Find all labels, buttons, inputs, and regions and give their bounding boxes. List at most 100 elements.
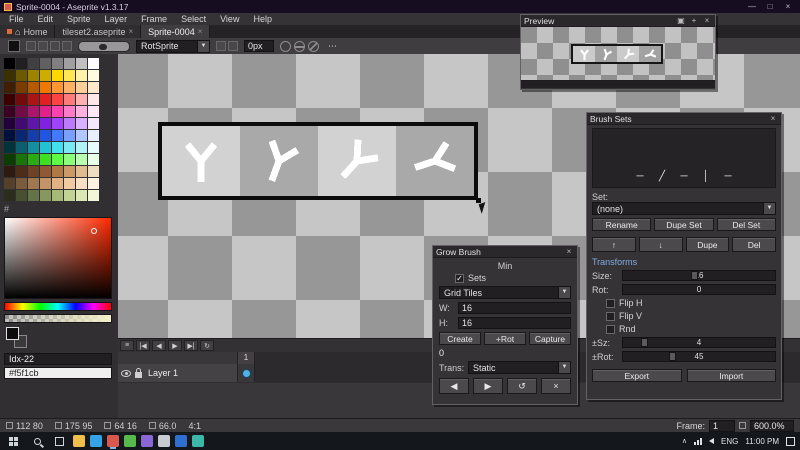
palette-swatch[interactable] [76, 58, 87, 69]
palette-swatch[interactable] [28, 130, 39, 141]
palette-swatch[interactable] [4, 142, 15, 153]
palette-swatch[interactable] [52, 178, 63, 189]
timeline-control-button[interactable]: ▶| [184, 340, 198, 351]
palette-swatch[interactable] [16, 94, 27, 105]
palette-swatch[interactable] [64, 190, 75, 201]
chevron-down-icon[interactable]: ▼ [558, 287, 570, 298]
plus-rot-button[interactable]: +Rot [484, 332, 526, 345]
palette-swatch[interactable] [16, 190, 27, 201]
palette-swatch[interactable] [40, 106, 51, 117]
palette-swatch[interactable] [28, 142, 39, 153]
brush-thumbnail[interactable]: ╱ [657, 171, 667, 182]
palette-swatch[interactable] [52, 130, 63, 141]
import-button[interactable]: Import [686, 369, 776, 382]
palette-swatch[interactable] [52, 106, 63, 117]
trans-dropdown[interactable]: Static ▼ [468, 361, 571, 374]
palette-swatch[interactable] [40, 190, 51, 201]
dupe-button[interactable]: Dupe [685, 237, 730, 252]
px-field[interactable]: 0px [244, 40, 274, 52]
close-icon[interactable]: × [768, 114, 778, 123]
palette-swatch[interactable] [52, 70, 63, 81]
palette-swatch[interactable] [4, 130, 15, 141]
palette-swatch[interactable] [4, 154, 15, 165]
menu-item[interactable]: Select [174, 14, 213, 24]
color-picker-cursor[interactable] [91, 228, 97, 234]
palette-swatch[interactable] [64, 58, 75, 69]
del-button[interactable]: Del [732, 237, 776, 252]
play-button[interactable]: ▶ [473, 378, 503, 394]
preview-title-bar[interactable]: Preview ▣ + × [521, 15, 715, 27]
palette-swatch[interactable] [88, 94, 99, 105]
layer-row[interactable]: Layer 1 [118, 364, 238, 382]
clock[interactable]: 11:00 PM [745, 437, 779, 446]
palette-swatch[interactable] [64, 130, 75, 141]
sets-checkbox[interactable]: ✓ [455, 273, 464, 283]
palette-swatch[interactable] [76, 94, 87, 105]
frame-field[interactable]: 1 [709, 419, 735, 432]
palette-swatch[interactable] [4, 166, 15, 177]
alpha-slider[interactable] [4, 314, 112, 323]
palette-swatch[interactable] [88, 178, 99, 189]
palette-swatch[interactable] [64, 154, 75, 165]
palette-swatch[interactable] [28, 190, 39, 201]
palette-swatch[interactable] [76, 70, 87, 81]
timeline-control-button[interactable]: |◀ [136, 340, 150, 351]
brush-thumbnail[interactable]: ─ [679, 171, 689, 182]
menu-item[interactable]: Layer [98, 14, 135, 24]
slider-handle[interactable] [691, 271, 699, 280]
sprite-tile[interactable] [162, 126, 240, 196]
tray-chevron-icon[interactable]: ∧ [682, 437, 687, 445]
rotation-algorithm-dropdown[interactable]: RotSprite ▼ [136, 39, 210, 53]
palette-swatch[interactable] [76, 154, 87, 165]
rnd-checkbox[interactable] [606, 324, 615, 334]
hue-slider[interactable] [4, 302, 112, 311]
palette-swatch[interactable] [88, 106, 99, 117]
palette-swatch[interactable] [52, 118, 63, 129]
start-button[interactable] [0, 432, 26, 450]
menu-item[interactable]: File [2, 14, 31, 24]
cel-indicator[interactable] [241, 368, 251, 378]
chevron-down-icon[interactable]: ▼ [558, 362, 570, 373]
palette-swatch[interactable] [88, 130, 99, 141]
palette-swatch[interactable] [16, 118, 27, 129]
menu-item[interactable]: View [213, 14, 246, 24]
taskbar-app-green[interactable] [124, 435, 136, 447]
delta-rot-slider[interactable]: 45 [622, 351, 776, 362]
palette-swatch[interactable] [64, 118, 75, 129]
selection-add-icon[interactable] [38, 41, 48, 51]
foreground-color-swatch[interactable] [8, 40, 20, 52]
sprite-tile[interactable] [318, 126, 396, 196]
palette-swatch[interactable] [40, 82, 51, 93]
palette-swatch[interactable] [52, 82, 63, 93]
taskbar-search-button[interactable] [26, 432, 48, 450]
palette-swatch[interactable] [64, 82, 75, 93]
taskbar-app-purple[interactable] [141, 435, 153, 447]
palette-swatch[interactable] [28, 166, 39, 177]
tab-home[interactable]: ⌂ Home [0, 25, 56, 38]
palette-swatch[interactable] [4, 94, 15, 105]
palette-swatch[interactable] [64, 178, 75, 189]
selection-replace-icon[interactable] [26, 41, 36, 51]
timeline-control-button[interactable]: ▶ [168, 340, 182, 351]
tab-tileset2[interactable]: tileset2.aseprite × [55, 25, 142, 38]
palette-swatch[interactable] [40, 130, 51, 141]
close-button[interactable]: × [780, 2, 796, 11]
prev-button[interactable]: ◀ [439, 378, 469, 394]
palette-swatch[interactable] [16, 166, 27, 177]
palette-swatch[interactable] [16, 106, 27, 117]
palette-swatch[interactable] [40, 166, 51, 177]
palette-swatch[interactable] [76, 166, 87, 177]
palette-swatch[interactable] [4, 82, 15, 93]
selection-subtract-icon[interactable] [50, 41, 60, 51]
palette-swatch[interactable] [52, 154, 63, 165]
center-icon[interactable]: + [689, 16, 699, 25]
preview-canvas[interactable] [521, 27, 715, 80]
palette-swatch[interactable] [4, 58, 15, 69]
set-dropdown[interactable]: (none) ▼ [592, 202, 776, 215]
palette-swatch[interactable] [88, 142, 99, 153]
palette-swatch[interactable] [76, 130, 87, 141]
layer-name[interactable]: Layer 1 [148, 368, 178, 378]
palette-swatch[interactable] [28, 70, 39, 81]
palette-swatch[interactable] [88, 58, 99, 69]
palette-swatch[interactable] [16, 82, 27, 93]
